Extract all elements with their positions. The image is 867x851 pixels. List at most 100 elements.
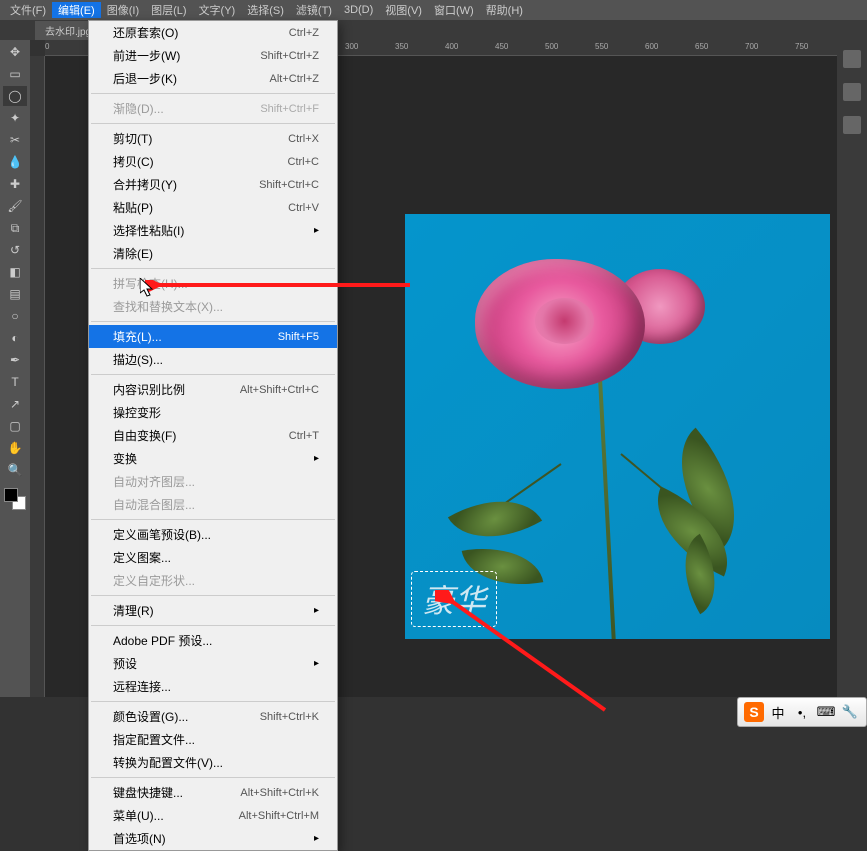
image-canvas[interactable]: 豪华 [405, 214, 830, 639]
ruler-tick: 500 [545, 42, 558, 51]
menu-separator [91, 625, 335, 626]
menu-item[interactable]: 菜单(U)...Alt+Shift+Ctrl+M [89, 804, 337, 827]
menu-item: 渐隐(D)...Shift+Ctrl+F [89, 97, 337, 120]
menu-item[interactable]: 变换 [89, 447, 337, 470]
menu-item[interactable]: 内容识别比例 Alt+Shift+Ctrl+C [89, 378, 337, 401]
menu-item[interactable]: 转换为配置文件(V)... [89, 751, 337, 774]
menu-item-label: 菜单(U)... [113, 807, 164, 824]
dodge-tool[interactable]: ◐ [3, 328, 27, 348]
menu-3[interactable]: 图层(L) [145, 2, 192, 18]
menu-item[interactable]: 后退一步(K) Alt+Ctrl+Z [89, 67, 337, 90]
menu-item: 自动对齐图层... [89, 470, 337, 493]
menu-item-label: 操控变形 [113, 404, 161, 421]
blur-tool[interactable]: ○ [3, 306, 27, 326]
menu-item[interactable]: 键盘快捷键...Alt+Shift+Ctrl+K [89, 781, 337, 804]
menu-6[interactable]: 滤镜(T) [290, 2, 338, 18]
menu-separator [91, 123, 335, 124]
ime-logo-icon[interactable]: S [744, 702, 764, 722]
eyedrop-tool[interactable]: 💧 [3, 152, 27, 172]
menu-item-label: 颜色设置(G)... [113, 708, 188, 725]
history-tool[interactable]: ↺ [3, 240, 27, 260]
ruler-tick: 400 [445, 42, 458, 51]
menu-item[interactable]: 预设 [89, 652, 337, 675]
menu-item-label: 后退一步(K) [113, 70, 177, 87]
menu-item[interactable]: 定义画笔预设(B)... [89, 523, 337, 546]
marquee-tool[interactable]: ▭ [3, 64, 27, 84]
ime-lang-button[interactable]: 中 [768, 702, 788, 722]
menu-item-label: 描边(S)... [113, 351, 163, 368]
menu-9[interactable]: 窗口(W) [428, 2, 480, 18]
menu-item[interactable]: 定义图案... [89, 546, 337, 569]
menu-item-label: 内容识别比例 [113, 381, 185, 398]
ruler-tick: 550 [595, 42, 608, 51]
panel-icon[interactable] [843, 50, 861, 68]
menu-item[interactable]: 前进一步(W)Shift+Ctrl+Z [89, 44, 337, 67]
ime-settings-icon[interactable]: 🔧 [840, 702, 860, 722]
wand-tool[interactable]: ✦ [3, 108, 27, 128]
stamp-tool[interactable]: ⧉ [3, 218, 27, 238]
menu-item[interactable]: 远程连接... [89, 675, 337, 698]
zoom-tool[interactable]: 🔍 [3, 460, 27, 480]
ime-punct-button[interactable]: •, [792, 702, 812, 722]
flower-image: 豪华 [405, 214, 830, 639]
menu-separator [91, 268, 335, 269]
menu-item[interactable]: 首选项(N) [89, 827, 337, 850]
menu-2[interactable]: 图像(I) [101, 2, 145, 18]
ime-toolbar[interactable]: S 中 •, ⌨ 🔧 [737, 697, 867, 727]
lasso-tool[interactable]: ◯ [3, 86, 27, 106]
menu-item-label: 定义图案... [113, 549, 171, 566]
menu-item-shortcut: Ctrl+T [289, 430, 319, 442]
gradient-tool[interactable]: ▤ [3, 284, 27, 304]
path-tool[interactable]: ↗ [3, 394, 27, 414]
watermark-selection[interactable]: 豪华 [411, 571, 497, 627]
menu-item-shortcut: Ctrl+Z [289, 27, 319, 39]
menu-item[interactable]: 还原套索(O)Ctrl+Z [89, 21, 337, 44]
menu-item-label: 剪切(T) [113, 130, 152, 147]
menu-item[interactable]: 颜色设置(G)... Shift+Ctrl+K [89, 705, 337, 728]
menu-item[interactable]: 操控变形 [89, 401, 337, 424]
panel-icon[interactable] [843, 116, 861, 134]
menu-item-label: Adobe PDF 预设... [113, 632, 212, 649]
menu-item[interactable]: 拷贝(C)Ctrl+C [89, 150, 337, 173]
eraser-tool[interactable]: ◧ [3, 262, 27, 282]
pen-tool[interactable]: ✒ [3, 350, 27, 370]
menu-8[interactable]: 视图(V) [379, 2, 428, 18]
menu-item-label: 选择性粘贴(I) [113, 222, 184, 239]
move-tool[interactable]: ✥ [3, 42, 27, 62]
menu-item[interactable]: 选择性粘贴(I) [89, 219, 337, 242]
color-swatches[interactable] [4, 488, 26, 510]
menu-item[interactable]: 剪切(T)Ctrl+X [89, 127, 337, 150]
heal-tool[interactable]: ✚ [3, 174, 27, 194]
menu-item[interactable]: 合并拷贝(Y)Shift+Ctrl+C [89, 173, 337, 196]
ime-keyboard-icon[interactable]: ⌨ [816, 702, 836, 722]
menu-item[interactable]: 描边(S)... [89, 348, 337, 371]
menu-4[interactable]: 文字(Y) [193, 2, 242, 18]
menu-1[interactable]: 编辑(E) [52, 2, 101, 18]
type-tool[interactable]: T [3, 372, 27, 392]
menu-0[interactable]: 文件(F) [4, 2, 52, 18]
menu-item-shortcut: Alt+Ctrl+Z [269, 73, 319, 85]
menu-10[interactable]: 帮助(H) [480, 2, 529, 18]
menu-item[interactable]: 指定配置文件... [89, 728, 337, 751]
menu-5[interactable]: 选择(S) [241, 2, 290, 18]
panel-icon[interactable] [843, 83, 861, 101]
menu-item-label: 渐隐(D)... [113, 100, 164, 117]
menu-item[interactable]: 填充(L)...Shift+F5 [89, 325, 337, 348]
menu-item-shortcut: Alt+Shift+Ctrl+C [240, 384, 319, 396]
menu-item[interactable]: 清除(E) [89, 242, 337, 265]
menu-item-shortcut: Shift+Ctrl+K [260, 711, 319, 723]
ruler-vertical [30, 56, 45, 697]
menu-item[interactable]: 粘贴(P)Ctrl+V [89, 196, 337, 219]
menu-7[interactable]: 3D(D) [338, 4, 379, 16]
hand-tool[interactable]: ✋ [3, 438, 27, 458]
crop-tool[interactable]: ✂ [3, 130, 27, 150]
menu-item-shortcut: Ctrl+V [288, 202, 319, 214]
menu-item[interactable]: Adobe PDF 预设... [89, 629, 337, 652]
menu-item[interactable]: 清理(R) [89, 599, 337, 622]
brush-tool[interactable]: 🖌 [3, 196, 27, 216]
rect-tool[interactable]: ▢ [3, 416, 27, 436]
menu-item[interactable]: 自由变换(F)Ctrl+T [89, 424, 337, 447]
menu-item-shortcut: Shift+Ctrl+C [259, 179, 319, 191]
menu-item: 查找和替换文本(X)... [89, 295, 337, 318]
ruler-tick: 0 [45, 42, 49, 51]
